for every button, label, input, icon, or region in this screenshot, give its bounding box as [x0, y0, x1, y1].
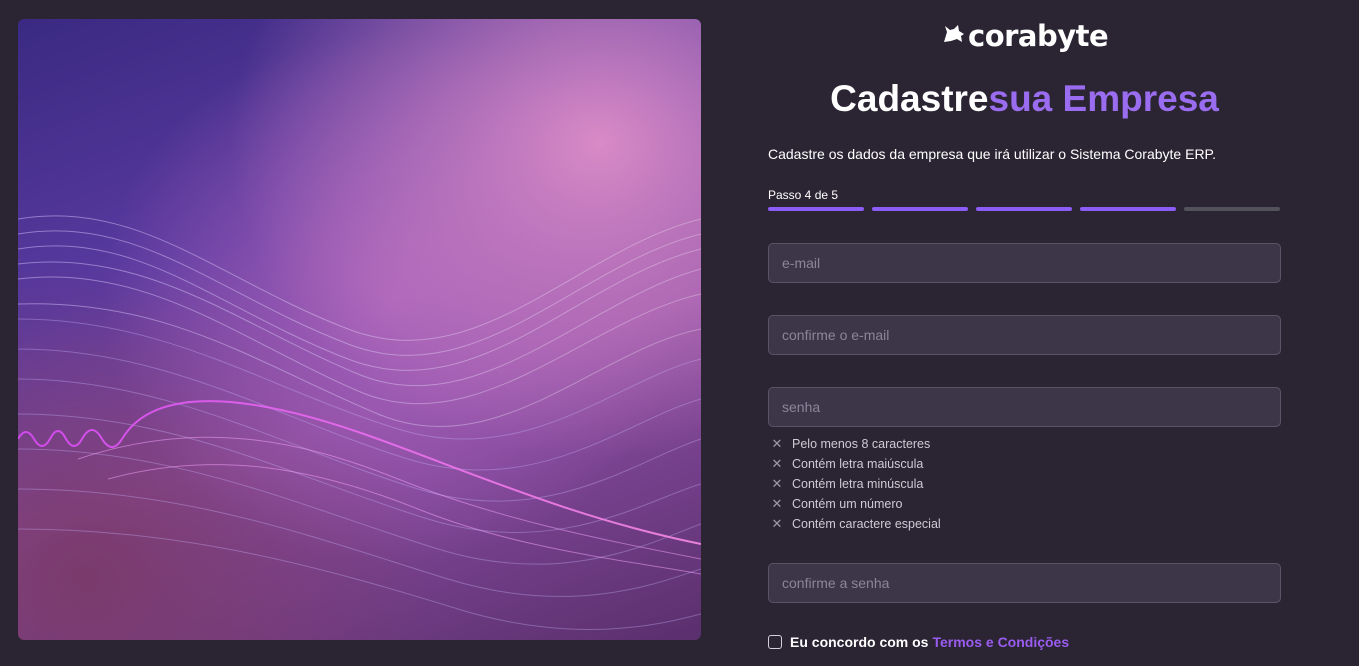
- email-input[interactable]: [769, 244, 1280, 282]
- email-field-wrapper: [768, 243, 1281, 283]
- x-icon: ✕: [771, 456, 783, 471]
- password-rule-label: Contém caractere especial: [792, 517, 941, 531]
- password-rule-label: Contém letra minúscula: [792, 477, 924, 491]
- terms-link[interactable]: Termos e Condições: [932, 634, 1069, 650]
- page-title-accent: sua Empresa: [988, 78, 1219, 119]
- hero-image: [18, 19, 701, 640]
- password-rule: ✕ Contém caractere especial: [770, 514, 941, 534]
- step-segment-2: [872, 207, 968, 211]
- x-icon: ✕: [771, 516, 783, 531]
- password-rule-label: Pelo menos 8 caracteres: [792, 437, 931, 451]
- confirm-email-field-wrapper: [768, 315, 1281, 355]
- password-input[interactable]: [769, 388, 1280, 426]
- password-rule: ✕ Contém um número: [770, 494, 941, 514]
- wolf-icon: [942, 22, 966, 51]
- terms-checkbox[interactable]: [768, 635, 782, 649]
- step-segment-3: [976, 207, 1072, 211]
- terms-row: Eu concordo com os Termos e Condições: [768, 634, 1069, 650]
- password-rule-label: Contém um número: [792, 497, 903, 511]
- password-rules: ✕ Pelo menos 8 caracteres ✕ Contém letra m…: [770, 434, 941, 534]
- x-icon: ✕: [771, 476, 783, 491]
- page-title: Cadastresua Empresa: [768, 78, 1281, 120]
- password-rule-label: Contém letra maiúscula: [792, 457, 924, 471]
- password-rule: ✕ Contém letra maiúscula: [770, 454, 941, 474]
- confirm-email-input[interactable]: [769, 316, 1280, 354]
- brand-logo: corabyte: [942, 18, 1109, 54]
- confirm-password-field-wrapper: [768, 563, 1281, 603]
- page-title-main: Cadastre: [830, 78, 989, 119]
- step-segment-4: [1080, 207, 1176, 211]
- password-field-wrapper: [768, 387, 1281, 427]
- terms-label: Eu concordo com os: [790, 634, 929, 650]
- step-segment-5: [1184, 207, 1280, 211]
- x-icon: ✕: [771, 496, 783, 511]
- brand-name: corabyte: [968, 19, 1109, 53]
- step-label: Passo 4 de 5: [768, 188, 839, 202]
- password-rule: ✕ Pelo menos 8 caracteres: [770, 434, 941, 454]
- page-subtitle: Cadastre os dados da empresa que irá uti…: [768, 146, 1216, 162]
- x-icon: ✕: [771, 436, 783, 451]
- confirm-password-input[interactable]: [769, 564, 1280, 602]
- step-progress: [768, 207, 1280, 211]
- password-rule: ✕ Contém letra minúscula: [770, 474, 941, 494]
- step-segment-1: [768, 207, 864, 211]
